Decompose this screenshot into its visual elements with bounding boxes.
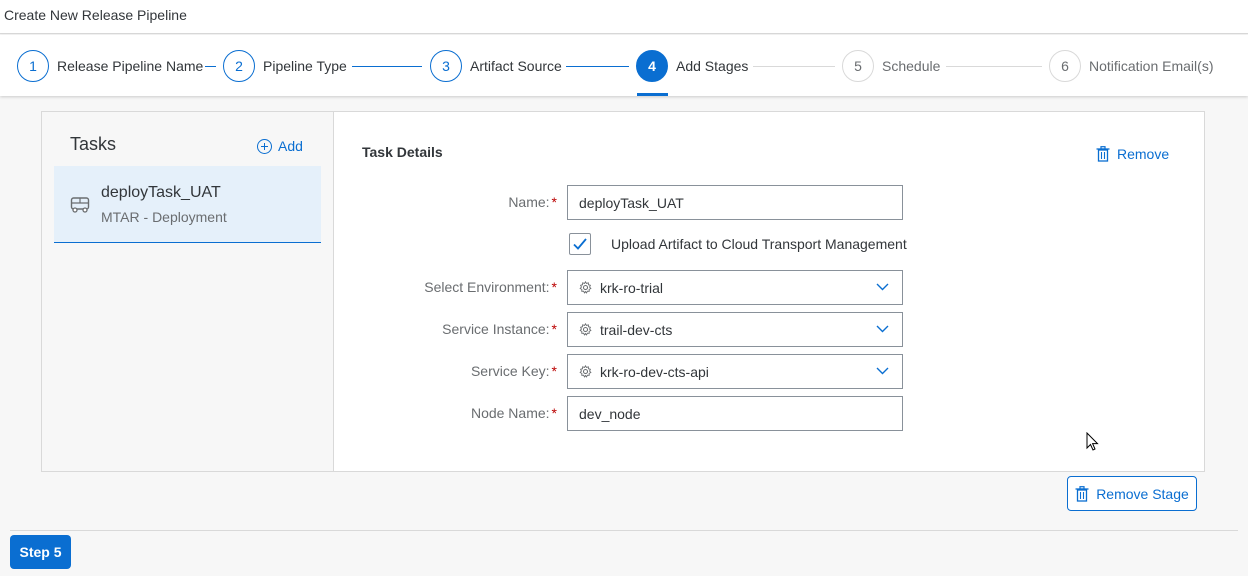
chevron-down-icon — [876, 283, 889, 291]
active-step-indicator — [637, 93, 668, 96]
step-number: 6 — [1049, 50, 1081, 82]
service-instance-label-text: Service Instance: — [442, 321, 550, 337]
gear-icon — [579, 323, 592, 336]
environment-value: krk-ro-trial — [600, 279, 663, 296]
upload-artifact-label: Upload Artifact to Cloud Transport Manag… — [611, 236, 907, 252]
mouse-cursor-icon — [1086, 432, 1099, 451]
step-number: 1 — [17, 50, 49, 82]
node-name-input[interactable]: dev_node — [567, 396, 903, 431]
name-input-value: deployTask_UAT — [579, 194, 684, 211]
tasks-column: Tasks Add deployTask_UAT MTAR - Deployme… — [42, 112, 334, 471]
step-label: Notification Email(s) — [1089, 58, 1214, 74]
required-mark: * — [551, 279, 557, 295]
environment-select[interactable]: krk-ro-trial — [567, 270, 903, 305]
name-label: Name: * — [508, 185, 557, 219]
node-name-label: Node Name: * — [471, 396, 557, 430]
wizard-step-schedule[interactable]: 5 Schedule — [842, 49, 940, 83]
upload-artifact-row: Upload Artifact to Cloud Transport Manag… — [569, 233, 907, 255]
upload-artifact-checkbox[interactable] — [569, 233, 591, 255]
wizard-step-pipeline-type[interactable]: 2 Pipeline Type — [223, 49, 347, 83]
remove-task-button[interactable]: Remove — [1096, 144, 1169, 164]
step-label: Pipeline Type — [263, 58, 347, 74]
service-instance-label: Service Instance: * — [442, 312, 557, 346]
step-number: 2 — [223, 50, 255, 82]
required-mark: * — [551, 405, 557, 421]
wizard-step-notification-emails[interactable]: 6 Notification Email(s) — [1049, 49, 1213, 83]
environment-label-text: Select Environment: — [424, 279, 550, 295]
environment-label: Select Environment: * — [424, 270, 557, 304]
window-title: Create New Release Pipeline — [4, 7, 187, 23]
next-step-button[interactable]: Step 5 — [10, 535, 71, 569]
task-type: MTAR - Deployment — [101, 209, 227, 225]
add-task-label: Add — [278, 138, 303, 154]
step-label: Add Stages — [676, 58, 749, 74]
remove-stage-label: Remove Stage — [1096, 485, 1189, 502]
name-label-text: Name: — [508, 194, 550, 210]
task-list-item[interactable]: deployTask_UAT MTAR - Deployment — [54, 166, 321, 243]
tasks-header: Tasks — [70, 134, 117, 154]
step-number: 4 — [636, 50, 668, 82]
gear-icon — [579, 281, 592, 294]
bus-icon — [70, 197, 90, 213]
service-instance-select[interactable]: trail-dev-cts — [567, 312, 903, 347]
wizard-step-artifact-source[interactable]: 3 Artifact Source — [430, 49, 562, 83]
title-bar: Create New Release Pipeline — [0, 0, 1248, 34]
wizard-connector — [566, 66, 629, 67]
step-number: 5 — [842, 50, 874, 82]
step-number: 3 — [430, 50, 462, 82]
name-input[interactable]: deployTask_UAT — [567, 185, 903, 220]
task-name: deployTask_UAT — [101, 184, 221, 201]
service-key-label: Service Key: * — [471, 354, 557, 388]
chevron-down-icon — [876, 367, 889, 375]
remove-stage-button[interactable]: Remove Stage — [1067, 476, 1197, 511]
service-key-select[interactable]: krk-ro-dev-cts-api — [567, 354, 903, 389]
checkmark-icon — [573, 238, 587, 250]
remove-task-label: Remove — [1117, 146, 1170, 162]
node-name-value: dev_node — [579, 405, 641, 422]
trash-icon — [1075, 485, 1089, 502]
step-label: Schedule — [882, 58, 941, 74]
task-details-title: Task Details — [362, 144, 443, 160]
wizard-step-add-stages[interactable]: 4 Add Stages — [636, 49, 748, 83]
gear-icon — [579, 365, 592, 378]
wizard-connector — [352, 66, 422, 67]
node-name-label-text: Node Name: — [470, 405, 550, 421]
required-mark: * — [551, 321, 557, 337]
wizard-connector — [205, 66, 216, 67]
step-label: Artifact Source — [470, 58, 562, 74]
service-key-label-text: Service Key: — [470, 363, 550, 379]
wizard-progress: 1 Release Pipeline Name 2 Pipeline Type … — [0, 35, 1248, 96]
trash-icon — [1096, 146, 1110, 162]
wizard-connector — [753, 66, 835, 67]
step-label: Release Pipeline Name — [57, 58, 204, 74]
required-mark: * — [551, 363, 557, 379]
footer-divider — [10, 530, 1238, 531]
service-key-value: krk-ro-dev-cts-api — [600, 363, 709, 380]
service-instance-value: trail-dev-cts — [600, 321, 673, 338]
chevron-down-icon — [876, 325, 889, 333]
wizard-connector — [946, 66, 1042, 67]
stage-panel: Tasks Add deployTask_UAT MTAR - Deployme… — [41, 111, 1205, 472]
add-circle-icon — [257, 138, 272, 154]
wizard-step-release-pipeline-name[interactable]: 1 Release Pipeline Name — [17, 49, 203, 83]
add-task-button[interactable]: Add — [257, 136, 303, 156]
required-mark: * — [551, 194, 557, 210]
